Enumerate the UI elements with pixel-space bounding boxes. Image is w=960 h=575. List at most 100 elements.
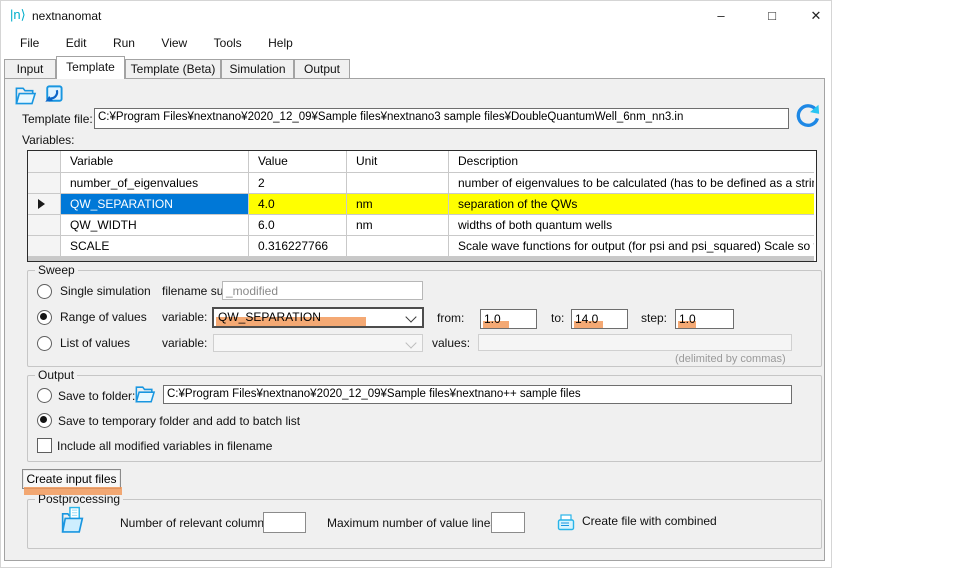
- open-folder-icon: [134, 384, 156, 404]
- save-to-folder-radio[interactable]: [37, 388, 52, 403]
- cell-description[interactable]: widths of both quantum wells: [449, 215, 814, 236]
- menu-item-edit[interactable]: Edit: [55, 33, 98, 53]
- sweep-group: Sweep Single simulation filename suffix:…: [27, 270, 822, 367]
- tab-simulation[interactable]: Simulation: [221, 59, 294, 79]
- tab-input[interactable]: Input: [4, 59, 56, 79]
- list-of-values-label[interactable]: List of values: [60, 336, 130, 350]
- import-file-icon: [41, 84, 64, 106]
- list-variable-label: variable:: [162, 336, 207, 350]
- save-to-folder-label[interactable]: Save to folder:: [58, 389, 135, 403]
- list-variable-dropdown-disabled: [213, 334, 423, 352]
- single-simulation-radio[interactable]: [37, 284, 52, 299]
- step-value: 1.0: [679, 312, 696, 326]
- create-input-files-button[interactable]: Create input files: [22, 469, 121, 489]
- cell-variable[interactable]: number_of_eigenvalues: [61, 173, 249, 194]
- cell-unit[interactable]: [347, 173, 449, 194]
- minimize-button[interactable]: –: [705, 1, 737, 31]
- save-folder-path-input[interactable]: C:¥Program Files¥nextnano¥2020_12_09¥Sam…: [163, 385, 792, 404]
- values-label: values:: [432, 336, 470, 350]
- cell-variable[interactable]: QW_SEPARATION: [61, 194, 249, 215]
- cell-value[interactable]: 4.0: [249, 194, 347, 215]
- tab-template[interactable]: Template: [56, 56, 125, 79]
- range-of-values-label[interactable]: Range of values: [60, 310, 147, 324]
- output-group: Output Save to folder: C:¥Program Files¥…: [27, 375, 822, 462]
- table-row-selected[interactable]: QW_SEPARATION 4.0 nm separation of the Q…: [28, 194, 814, 215]
- include-variables-label[interactable]: Include all modified variables in filena…: [57, 439, 272, 453]
- maximize-button[interactable]: □: [756, 1, 788, 31]
- cell-unit[interactable]: nm: [347, 194, 449, 215]
- cell-description[interactable]: separation of the QWs: [449, 194, 814, 215]
- load-template-button[interactable]: [41, 84, 64, 106]
- chevron-down-icon: [405, 337, 416, 348]
- from-input[interactable]: 1.0: [480, 309, 537, 329]
- create-combined-file-label[interactable]: Create file with combined: [582, 514, 717, 528]
- open-folder-document-icon: [60, 506, 85, 534]
- row-selector-header: [28, 151, 61, 173]
- create-combined-file-button[interactable]: [556, 513, 576, 533]
- list-of-values-radio[interactable]: [37, 336, 52, 351]
- row-selector-cell[interactable]: [28, 173, 61, 194]
- single-simulation-label[interactable]: Single simulation: [60, 284, 151, 298]
- range-of-values-radio[interactable]: [37, 310, 52, 325]
- column-header-variable[interactable]: Variable: [61, 151, 249, 173]
- to-label: to:: [551, 311, 564, 325]
- cell-value[interactable]: 6.0: [249, 215, 347, 236]
- cell-value[interactable]: 2: [249, 173, 347, 194]
- row-selector-cell[interactable]: [28, 236, 61, 257]
- include-variables-checkbox[interactable]: [37, 438, 52, 453]
- postprocessing-folder-button[interactable]: [60, 506, 85, 534]
- to-input[interactable]: 14.0: [571, 309, 628, 329]
- column-header-description[interactable]: Description: [449, 151, 814, 173]
- open-folder-icon: [14, 84, 37, 106]
- open-template-button[interactable]: [14, 84, 37, 106]
- menu-bar: File Edit Run View Tools Help: [9, 33, 304, 54]
- menu-item-file[interactable]: File: [9, 33, 50, 53]
- table-header-row: Variable Value Unit Description: [28, 151, 814, 172]
- values-hint: (delimited by commas): [675, 353, 786, 365]
- relevant-column-input[interactable]: [263, 512, 306, 533]
- title-bar: |n⟩ nextnanomat – □ ✕: [1, 1, 831, 31]
- save-temp-folder-radio[interactable]: [37, 413, 52, 428]
- cell-unit[interactable]: nm: [347, 215, 449, 236]
- browse-folder-button[interactable]: [134, 384, 156, 404]
- menu-item-view[interactable]: View: [150, 33, 198, 53]
- variables-table: Variable Value Unit Description number_o…: [27, 150, 817, 262]
- step-input[interactable]: 1.0: [675, 309, 734, 329]
- table-bottom-filler: [28, 257, 814, 261]
- cell-unit[interactable]: [347, 236, 449, 257]
- chevron-down-icon: [405, 311, 416, 322]
- from-value: 1.0: [484, 312, 501, 326]
- column-header-value[interactable]: Value: [249, 151, 347, 173]
- cell-description[interactable]: Scale wave functions for output (for psi…: [449, 236, 814, 257]
- table-row[interactable]: QW_WIDTH 6.0 nm widths of both quantum w…: [28, 215, 814, 236]
- refresh-icon: [794, 103, 820, 129]
- row-selector-cell[interactable]: [28, 215, 61, 236]
- template-file-input[interactable]: C:¥Program Files¥nextnano¥2020_12_09¥Sam…: [94, 108, 789, 129]
- filename-suffix-input[interactable]: _modified: [222, 281, 423, 300]
- row-selector-cell[interactable]: [28, 194, 61, 215]
- close-button[interactable]: ✕: [800, 1, 832, 31]
- cell-variable[interactable]: QW_WIDTH: [61, 215, 249, 236]
- max-value-lines-input[interactable]: [491, 512, 525, 533]
- menu-item-run[interactable]: Run: [102, 33, 146, 53]
- range-variable-dropdown[interactable]: QW_SEPARATION: [212, 307, 424, 328]
- menu-item-help[interactable]: Help: [257, 33, 304, 53]
- output-group-label: Output: [35, 368, 77, 382]
- cell-variable[interactable]: SCALE: [61, 236, 249, 257]
- combined-file-icon: [556, 513, 576, 533]
- tab-template-beta[interactable]: Template (Beta): [125, 59, 221, 79]
- max-value-lines-label: Maximum number of value lines:: [327, 516, 500, 530]
- table-row[interactable]: SCALE 0.316227766 Scale wave functions f…: [28, 236, 814, 257]
- save-temp-folder-label[interactable]: Save to temporary folder and add to batc…: [58, 414, 300, 428]
- template-tab-page: Template file: C:¥Program Files¥nextnano…: [4, 78, 825, 561]
- cell-value[interactable]: 0.316227766: [249, 236, 347, 257]
- app-logo-icon: |n⟩: [10, 7, 26, 23]
- tab-output[interactable]: Output: [294, 59, 350, 79]
- column-header-unit[interactable]: Unit: [347, 151, 449, 173]
- cell-description[interactable]: number of eigenvalues to be calculated (…: [449, 173, 814, 194]
- orange-marker: [24, 487, 122, 495]
- menu-item-tools[interactable]: Tools: [203, 33, 253, 53]
- postprocessing-group: Postprocessing Number of relevant column…: [27, 499, 822, 549]
- table-row[interactable]: number_of_eigenvalues 2 number of eigenv…: [28, 173, 814, 194]
- refresh-button[interactable]: [794, 103, 820, 129]
